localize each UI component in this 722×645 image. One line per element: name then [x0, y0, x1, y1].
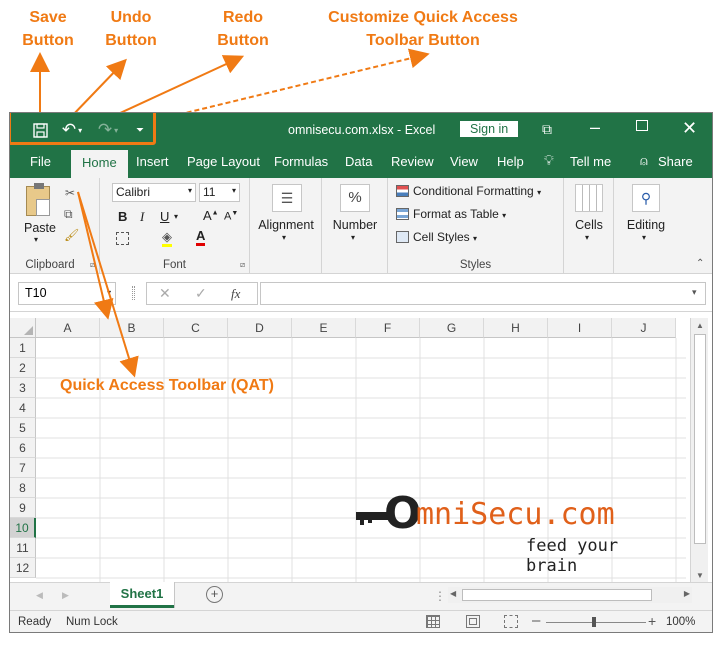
qat-arrow [77, 191, 114, 320]
qat-arrow [77, 191, 139, 378]
qat-arrow-overlay [77, 191, 139, 378]
